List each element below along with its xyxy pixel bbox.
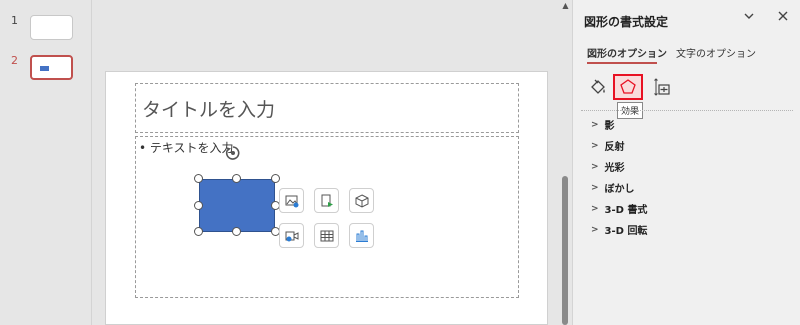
content-placeholder[interactable]: • テキストを入力 [135, 136, 519, 298]
resize-handle-w[interactable] [194, 201, 203, 210]
section-label: 3-D 回転 [604, 226, 648, 237]
rotate-handle[interactable] [225, 145, 241, 161]
title-placeholder[interactable]: タイトルを入力 [135, 83, 519, 133]
chevron-right-icon: > [591, 182, 599, 193]
insert-3d-model-button[interactable] [349, 188, 374, 213]
slide-thumbnail-1[interactable] [30, 15, 73, 40]
fill-line-icon [591, 79, 605, 94]
chevron-right-icon: > [591, 161, 599, 172]
effects-icon [620, 79, 636, 94]
slide-editing-area: タイトルを入力 • テキストを入力 [93, 0, 559, 325]
size-properties-button[interactable] [649, 74, 675, 100]
section-3d-rotation[interactable]: >3-D 回転 [591, 222, 648, 238]
chevron-right-icon: > [591, 224, 599, 235]
resize-handle-ne[interactable] [271, 174, 280, 183]
section-label: 反射 [604, 142, 625, 153]
insert-picture-button[interactable] [279, 188, 304, 213]
video-icon [285, 231, 298, 241]
resize-handle-s[interactable] [232, 227, 241, 236]
slide-canvas: タイトルを入力 • テキストを入力 [105, 71, 548, 325]
close-icon[interactable] [777, 10, 789, 26]
section-reflection[interactable]: > 反射 [591, 138, 625, 154]
chevron-right-icon: > [591, 140, 599, 151]
tab-text-options[interactable]: 文字のオプション [676, 45, 756, 60]
title-placeholder-text: タイトルを入力 [142, 99, 276, 121]
section-soft-edges[interactable]: > ぼかし [591, 180, 635, 196]
section-glow[interactable]: > 光彩 [591, 159, 625, 175]
pane-divider [581, 110, 793, 111]
content-placeholder-text: • テキストを入力 [139, 141, 234, 155]
chevron-right-icon: > [591, 203, 599, 214]
chevron-right-icon: > [591, 119, 599, 130]
fill-line-button[interactable] [585, 74, 611, 100]
section-label: 影 [604, 121, 615, 132]
slide-thumbnail-2[interactable] [30, 55, 73, 80]
section-shadow[interactable]: > 影 [591, 117, 615, 133]
section-label: 光彩 [604, 163, 625, 174]
insert-video-button[interactable] [279, 223, 304, 248]
pane-title: 図形の書式設定 [584, 15, 669, 29]
icons-icon [321, 194, 333, 207]
size-properties-icon [654, 78, 670, 96]
tab-shape-options[interactable]: 図形のオプション [587, 45, 667, 60]
insert-chart-button[interactable] [349, 223, 374, 248]
insert-icons-button[interactable] [314, 188, 339, 213]
section-3d-format[interactable]: >3-D 書式 [591, 201, 648, 217]
effects-button[interactable] [613, 74, 643, 100]
insert-table-button[interactable] [314, 223, 339, 248]
section-label: 3-D 書式 [604, 205, 648, 216]
chart-icon [355, 230, 368, 242]
slide-thumbnail-pane: 1 2 [0, 0, 92, 325]
section-label: ぼかし [604, 184, 635, 195]
pane-options-chevron-icon[interactable] [743, 10, 755, 26]
cube-icon [355, 193, 368, 208]
format-shape-pane: 図形の書式設定 図形のオプション 文字のオプション 効果 > 影 > 反射 > 光彩 … [572, 0, 800, 325]
resize-handle-sw[interactable] [194, 227, 203, 236]
scrollbar-thumb[interactable] [562, 176, 568, 325]
resize-handle-n[interactable] [232, 174, 241, 183]
table-icon [320, 230, 333, 241]
slide-number-1: 1 [11, 14, 18, 27]
thumbnail-shape [40, 66, 49, 71]
rectangle-shape[interactable] [199, 179, 275, 232]
resize-handle-nw[interactable] [194, 174, 203, 183]
vertical-scrollbar[interactable]: ▲ [559, 0, 572, 325]
active-tab-indicator [587, 62, 657, 64]
slide-number-2: 2 [11, 54, 18, 67]
scroll-up-icon[interactable]: ▲ [561, 1, 570, 10]
picture-icon [285, 195, 298, 207]
